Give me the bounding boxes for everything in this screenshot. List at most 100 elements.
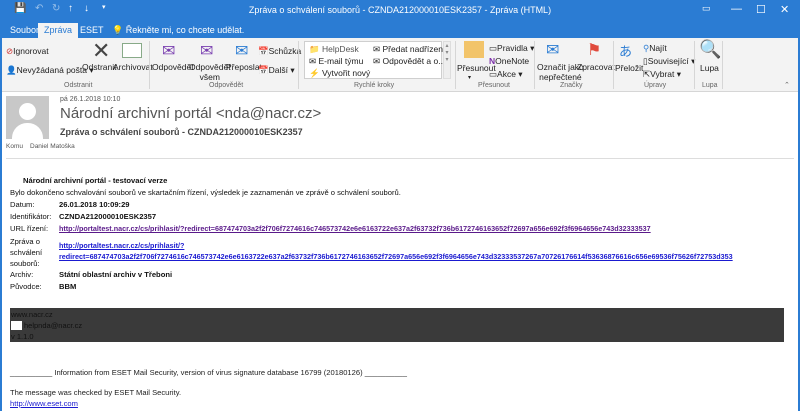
report-label-3: souborů:	[10, 259, 40, 268]
recipient[interactable]: Daniel Matoška	[30, 143, 75, 150]
select-button[interactable]: ⇱Vybrat ▾	[643, 69, 681, 80]
quick-step-create-new[interactable]: ⚡ Vytvořit nový	[309, 68, 370, 79]
translate-icon: あ	[619, 44, 633, 59]
group-divider	[455, 41, 456, 89]
body-intro: Bylo dokončeno schvalování souborů ve sk…	[10, 188, 401, 197]
footer-version: v 1.1.0	[11, 332, 34, 341]
group-label-lupa: Lupa	[702, 82, 718, 89]
meeting-button[interactable]: 📅Schůzka	[258, 46, 301, 57]
reply-all-icon: ✉	[200, 43, 214, 60]
report-label-2: schválení	[10, 248, 43, 257]
mark-unread-icon: ✉	[546, 42, 560, 59]
forward-icon: ✉	[235, 43, 249, 60]
window-title: Zpráva o schválení souborů - CZNDA212000…	[248, 5, 552, 15]
url-label: URL řízení:	[10, 224, 49, 233]
ribbon-tabs: Soubor Zpráva ESET 💡 Řekněte mi, co chce…	[2, 20, 798, 38]
message-date: pá 26.1.2018 10:10	[60, 96, 121, 103]
origin-value: BBM	[59, 282, 77, 291]
reply-all-label: Odpovědět	[189, 62, 231, 72]
url-link[interactable]: http://portaltest.nacr.cz/cs/prihlasit/?…	[59, 224, 794, 233]
quick-step-reply-delete[interactable]: ✉ Odpovědět a o...	[373, 56, 445, 67]
group-divider	[722, 41, 723, 89]
date-label: Datum:	[10, 200, 35, 209]
reply-all-label-2: všem	[199, 72, 220, 82]
eset-checked: The message was checked by ESET Mail Sec…	[10, 388, 182, 397]
close-button[interactable]: ✕	[780, 3, 789, 16]
junk-button[interactable]: 👤Nevyžádaná pošta ▾	[6, 65, 94, 76]
mail-icon	[11, 321, 22, 330]
origin-label: Původce:	[10, 282, 42, 291]
to-label: Komu	[6, 143, 23, 150]
zoom-icon: 🔍	[699, 39, 722, 59]
delete-icon[interactable]: ✕	[92, 38, 110, 64]
quick-steps-scroll[interactable]: ▴ ▾ ▾	[443, 41, 451, 79]
report-link[interactable]: http://portaltest.nacr.cz/cs/prihlasit/?…	[59, 240, 794, 262]
group-divider	[149, 41, 150, 89]
zoom-button[interactable]: Lupa	[700, 63, 719, 73]
reply-all-button[interactable]: Odpovědět všem	[189, 62, 231, 82]
report-label: Zpráva o schválení souborů:	[10, 236, 42, 269]
related-label: Související	[647, 56, 689, 66]
quick-step-label: E-mail týmu	[318, 56, 364, 66]
ribbon-display-options-icon[interactable]: ▭	[702, 3, 711, 14]
archive-button[interactable]: Archivovat	[113, 62, 153, 72]
translate-button[interactable]: Přeložit	[615, 63, 643, 73]
quick-step-helpdesk[interactable]: 📁 HelpDesk	[309, 44, 359, 55]
followup-button[interactable]: Zpracovat	[577, 62, 615, 72]
actions-button[interactable]: ▭Akce ▾	[489, 69, 523, 80]
tab-eset[interactable]: ESET	[74, 23, 110, 38]
id-label: Identifikátor:	[10, 212, 52, 221]
delete-button[interactable]: Odstranit	[82, 62, 117, 72]
flag-icon: ⚑	[587, 42, 602, 59]
quick-step-label: Odpovědět a o...	[382, 56, 446, 66]
move-dropdown-icon[interactable]: ▾	[468, 74, 471, 81]
group-label-presunout: Přesunout	[478, 82, 510, 89]
more-label: Další	[268, 65, 288, 75]
archive-label: Archiv:	[10, 270, 34, 279]
lightbulb-icon: 💡	[112, 25, 124, 35]
tell-me-text: Řekněte mi, co chcete udělat.	[125, 25, 245, 35]
group-label-odstranit: Odstranit	[64, 82, 93, 89]
sender[interactable]: Národní archivní portál <nda@nacr.cz>	[60, 105, 321, 122]
id-value: CZNDA212000010ESK2357	[59, 212, 157, 221]
mark-unread-label-2: nepřečtené	[539, 72, 582, 82]
report-url-2[interactable]: redirect=687474703a2f2f706f7274616c74657…	[59, 252, 733, 261]
rules-button[interactable]: ▭Pravidla ▾	[489, 43, 534, 54]
message-subject: Zpráva o schválení souborů - CZNDA212000…	[60, 127, 303, 137]
signature-block: www.nacr.cz helpnda@nacr.cz v 1.1.0	[10, 308, 784, 342]
junk-label: Nevyžádaná pošta	[16, 65, 88, 75]
footer-website[interactable]: www.nacr.cz	[11, 310, 53, 319]
quick-step-forward-manager[interactable]: ✉ Předat nadřízen...	[373, 44, 450, 55]
group-label-upravy: Úpravy	[644, 82, 667, 89]
date-value: 26.01.2018 10:09:29	[59, 200, 130, 209]
more-button[interactable]: 📅Další ▾	[258, 65, 295, 76]
related-button[interactable]: ▯Související ▾	[643, 56, 695, 67]
archive-value: Státní oblastní archiv v Třeboni	[59, 270, 173, 279]
report-url-1[interactable]: http://portaltest.nacr.cz/cs/prihlasit/?	[59, 241, 184, 250]
tab-zprava[interactable]: Zpráva	[38, 23, 79, 38]
actions-label: Akce	[497, 69, 516, 79]
group-label-rychle-kroky: Rychlé kroky	[354, 82, 395, 89]
collapse-ribbon-icon[interactable]: ⌃	[784, 81, 790, 89]
quick-step-label: Vytvořit nový	[321, 68, 371, 78]
ignore-button[interactable]: ⊘Ignorovat	[6, 46, 49, 57]
ignore-label: Ignorovat	[13, 46, 49, 56]
ribbon: ⊘Ignorovat 👤Nevyžádaná pošta ▾ ✕ Odstran…	[2, 38, 798, 92]
minimize-button[interactable]: —	[731, 3, 742, 15]
tell-me-search[interactable]: 💡 Řekněte mi, co chcete udělat.	[106, 23, 250, 38]
onenote-button[interactable]: NOneNote	[489, 56, 529, 66]
quick-step-team-email[interactable]: ✉ E-mail týmu	[309, 56, 363, 67]
report-label-1: Zpráva o	[10, 237, 40, 246]
find-label: Najít	[649, 43, 667, 53]
footer-email[interactable]: helpnda@nacr.cz	[24, 321, 82, 330]
message-body: Národní archivní portál - testovací verz…	[10, 172, 794, 297]
title-bar: 💾 ↶ ↻ ↑ ↓ ▾ Zpráva o schválení souborů -…	[2, 0, 798, 20]
avatar	[6, 96, 49, 139]
archive-icon	[122, 43, 142, 58]
maximize-button[interactable]: ☐	[756, 3, 766, 16]
find-button[interactable]: ⚲Najít	[643, 43, 667, 54]
eset-link[interactable]: http://www.eset.com	[10, 399, 78, 408]
reply-button[interactable]: Odpovědět	[152, 62, 194, 72]
header-divider	[6, 158, 794, 159]
forward-button[interactable]: Přeposlat	[226, 62, 262, 72]
